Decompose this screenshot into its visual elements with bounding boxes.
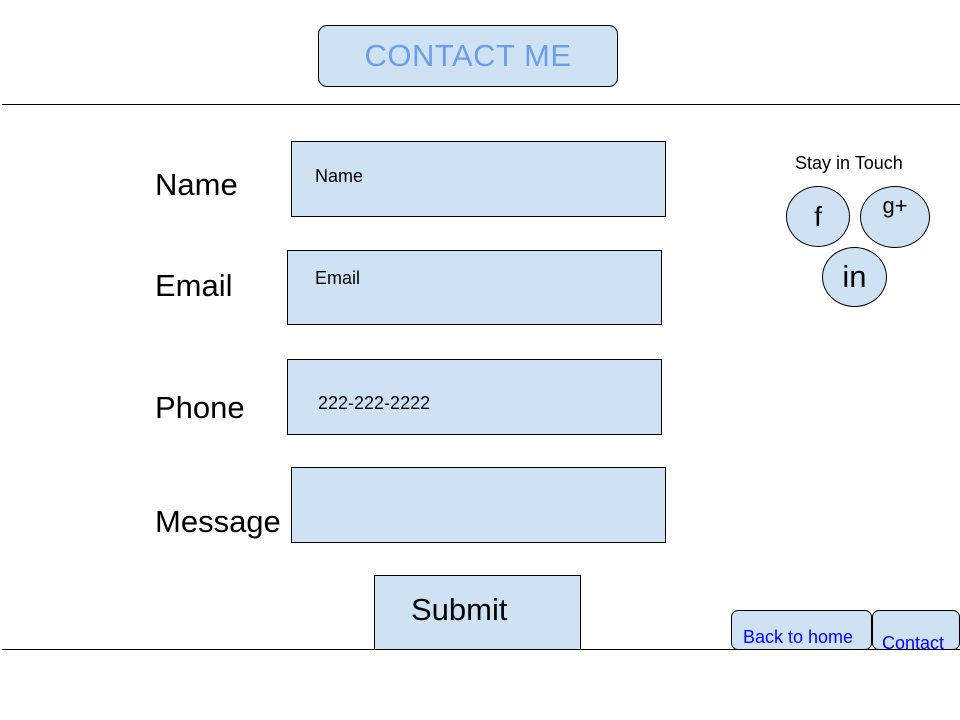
phone-label: Phone (155, 390, 245, 425)
submit-label: Submit (411, 592, 508, 627)
back-to-home-label: Back to home (743, 627, 854, 647)
name-placeholder: Name (315, 166, 364, 186)
email-placeholder: Email (315, 268, 361, 288)
page-title: CONTACT ME (364, 38, 572, 73)
name-label: Name (155, 167, 238, 202)
google-plus-icon[interactable]: g+ (860, 186, 930, 248)
phone-field[interactable]: 222-222-2222 (287, 359, 662, 435)
message-field[interactable] (291, 467, 666, 543)
contact-label: Contact (882, 633, 945, 653)
name-field[interactable]: Name (291, 141, 666, 217)
contact-button[interactable]: Contact (872, 610, 960, 653)
message-label: Message (155, 504, 281, 539)
top-divider (2, 104, 960, 105)
stay-in-touch-heading: Stay in Touch (795, 153, 903, 173)
page-title-box: CONTACT ME (318, 25, 618, 87)
bottom-divider (2, 649, 960, 650)
email-field[interactable]: Email (287, 250, 662, 325)
back-to-home-button[interactable]: Back to home (731, 610, 872, 650)
submit-button[interactable]: Submit (374, 575, 581, 650)
facebook-icon[interactable]: f (786, 186, 850, 247)
google-plus-glyph: g+ (882, 193, 908, 218)
email-label: Email (155, 268, 233, 303)
linkedin-glyph: in (842, 259, 867, 294)
phone-value: 222-222-2222 (318, 393, 431, 413)
facebook-glyph: f (814, 200, 822, 232)
linkedin-icon[interactable]: in (822, 247, 887, 307)
